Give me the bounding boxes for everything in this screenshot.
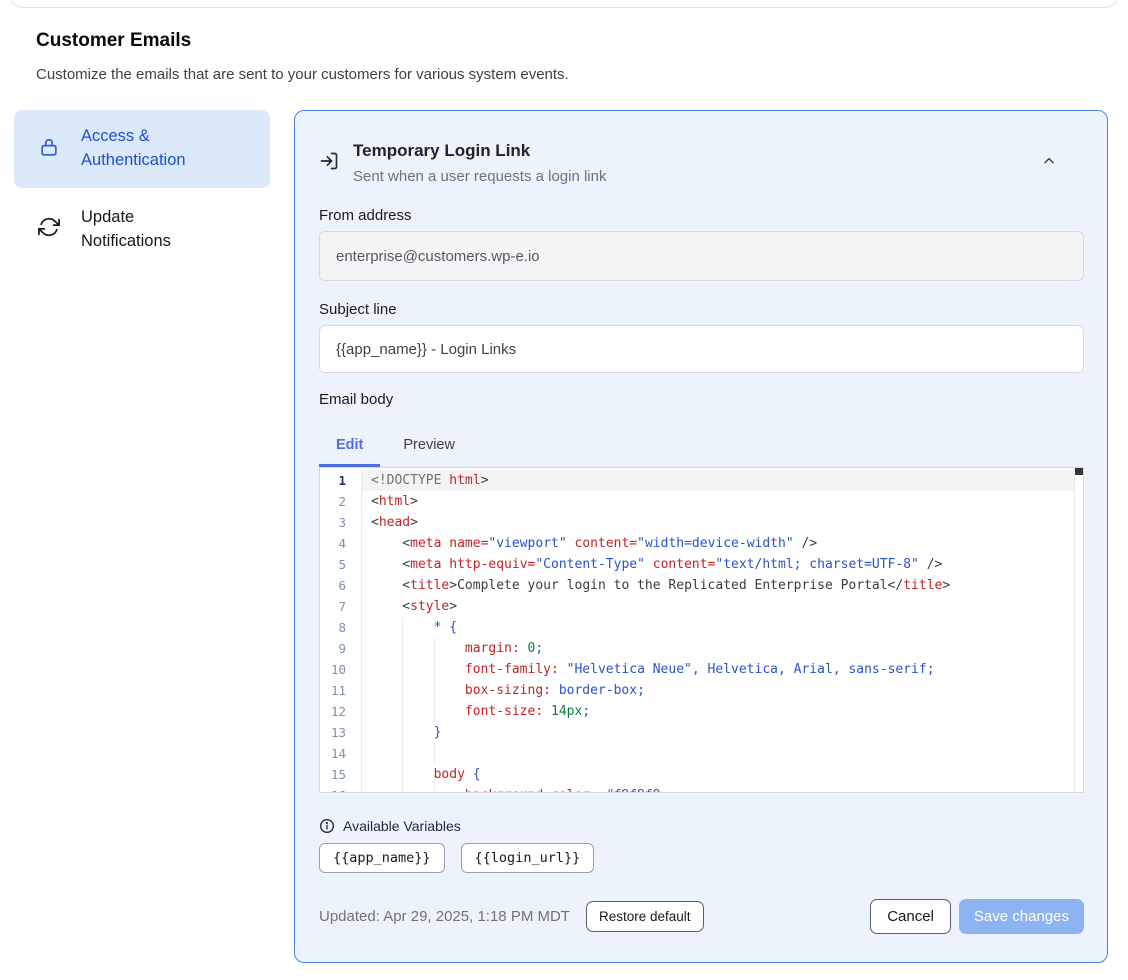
sidebar-item-update-notifications[interactable]: Update Notifications bbox=[14, 206, 270, 254]
line-number: 16 bbox=[320, 785, 362, 793]
email-body-label: Email body bbox=[319, 391, 1083, 411]
code-content bbox=[362, 743, 1083, 764]
subject-line-label: Subject line bbox=[319, 301, 1083, 321]
code-content: body { bbox=[362, 764, 1083, 785]
restore-default-button[interactable]: Restore default bbox=[586, 901, 704, 932]
code-line: 10 font-family: "Helvetica Neue", Helvet… bbox=[320, 659, 1083, 680]
available-variables-row: Available Variables bbox=[319, 817, 1083, 835]
code-content: <meta name="viewport" content="width=dev… bbox=[362, 533, 1083, 554]
code-line: 16 background-color: #f9f9f9; bbox=[320, 785, 1083, 793]
tab-preview[interactable]: Preview bbox=[386, 429, 472, 467]
code-content: margin: 0; bbox=[362, 638, 1083, 659]
available-variables-label: Available Variables bbox=[343, 818, 461, 834]
email-types-sidebar: Access & Authentication Update Notificati… bbox=[14, 110, 270, 272]
refresh-icon bbox=[38, 216, 60, 243]
from-address-label: From address bbox=[319, 207, 1083, 227]
code-line: 13 } bbox=[320, 722, 1083, 743]
page-title: Customer Emails bbox=[36, 30, 569, 52]
code-line: 7 <style> bbox=[320, 596, 1083, 617]
code-line: 5 <meta http-equiv="Content-Type" conten… bbox=[320, 554, 1083, 575]
variable-chip-login_url[interactable]: {{login_url}} bbox=[461, 843, 595, 873]
code-content: font-family: "Helvetica Neue", Helvetica… bbox=[362, 659, 1083, 680]
page-header: Customer Emails Customize the emails tha… bbox=[36, 30, 569, 83]
customer-emails-page: Customer Emails Customize the emails tha… bbox=[0, 0, 1128, 980]
code-content: box-sizing: border-box; bbox=[362, 680, 1083, 701]
code-content: <head> bbox=[362, 512, 1083, 533]
editor-scrollbar[interactable] bbox=[1074, 468, 1083, 792]
code-content: <meta http-equiv="Content-Type" content=… bbox=[362, 554, 1083, 575]
previous-panel-edge bbox=[10, 0, 1118, 8]
code-lines: 1<!DOCTYPE html>2<html>3<head>4 <meta na… bbox=[320, 468, 1083, 793]
card-footer: Updated: Apr 29, 2025, 1:18 PM MDT Resto… bbox=[319, 899, 1084, 934]
lock-icon bbox=[38, 136, 60, 163]
variable-chip-app_name[interactable]: {{app_name}} bbox=[319, 843, 445, 873]
code-content: background-color: #f9f9f9; bbox=[362, 785, 1083, 793]
line-number: 1 bbox=[320, 470, 362, 491]
code-content: } bbox=[362, 722, 1083, 743]
line-number: 9 bbox=[320, 638, 362, 659]
email-body-tabs: EditPreview bbox=[319, 429, 1083, 467]
line-number: 2 bbox=[320, 491, 362, 512]
code-content: <!DOCTYPE html> bbox=[362, 470, 1083, 491]
temporary-login-link-card: Temporary Login Link Sent when a user re… bbox=[294, 110, 1108, 963]
code-content: <style> bbox=[362, 596, 1083, 617]
line-number: 8 bbox=[320, 617, 362, 638]
line-number: 5 bbox=[320, 554, 362, 575]
code-line: 11 box-sizing: border-box; bbox=[320, 680, 1083, 701]
chevron-up-icon[interactable] bbox=[1041, 153, 1057, 174]
subject-line-input[interactable] bbox=[319, 325, 1084, 373]
code-content: * { bbox=[362, 617, 1083, 638]
code-line: 14 bbox=[320, 743, 1083, 764]
code-line: 12 font-size: 14px; bbox=[320, 701, 1083, 722]
code-line: 15 body { bbox=[320, 764, 1083, 785]
line-number: 3 bbox=[320, 512, 362, 533]
cancel-button[interactable]: Cancel bbox=[870, 899, 951, 934]
line-number: 15 bbox=[320, 764, 362, 785]
sidebar-item-label: Access & Authentication bbox=[81, 125, 221, 173]
code-content: font-size: 14px; bbox=[362, 701, 1083, 722]
line-number: 7 bbox=[320, 596, 362, 617]
line-number: 11 bbox=[320, 680, 362, 701]
variable-chips: {{app_name}} {{login_url}} bbox=[319, 843, 1083, 873]
code-line: 4 <meta name="viewport" content="width=d… bbox=[320, 533, 1083, 554]
line-number: 14 bbox=[320, 743, 362, 764]
info-icon bbox=[319, 818, 335, 834]
line-number: 10 bbox=[320, 659, 362, 680]
code-line: 1<!DOCTYPE html> bbox=[320, 470, 1083, 491]
line-number: 12 bbox=[320, 701, 362, 722]
code-line: 3<head> bbox=[320, 512, 1083, 533]
code-line: 9 margin: 0; bbox=[320, 638, 1083, 659]
code-content: <title>Complete your login to the Replic… bbox=[362, 575, 1083, 596]
line-number: 6 bbox=[320, 575, 362, 596]
code-line: 8 * { bbox=[320, 617, 1083, 638]
tab-edit[interactable]: Edit bbox=[319, 429, 380, 467]
updated-timestamp: Updated: Apr 29, 2025, 1:18 PM MDT bbox=[319, 908, 570, 925]
code-line: 2<html> bbox=[320, 491, 1083, 512]
page-subtitle: Customize the emails that are sent to yo… bbox=[36, 66, 569, 83]
line-number: 4 bbox=[320, 533, 362, 554]
code-editor[interactable]: 1<!DOCTYPE html>2<html>3<head>4 <meta na… bbox=[319, 467, 1084, 793]
login-icon bbox=[319, 151, 339, 176]
save-changes-button[interactable]: Save changes bbox=[959, 899, 1084, 934]
code-line: 6 <title>Complete your login to the Repl… bbox=[320, 575, 1083, 596]
code-content: <html> bbox=[362, 491, 1083, 512]
from-address-input[interactable] bbox=[319, 231, 1084, 281]
line-number: 13 bbox=[320, 722, 362, 743]
card-subtitle: Sent when a user requests a login link bbox=[353, 168, 606, 185]
sidebar-item-label: Update Notifications bbox=[81, 206, 221, 254]
editor-scrollbar-thumb[interactable] bbox=[1075, 468, 1084, 475]
sidebar-item-access-authentication[interactable]: Access & Authentication bbox=[14, 110, 270, 188]
card-header: Temporary Login Link Sent when a user re… bbox=[319, 137, 1083, 185]
card-title: Temporary Login Link bbox=[353, 140, 606, 162]
